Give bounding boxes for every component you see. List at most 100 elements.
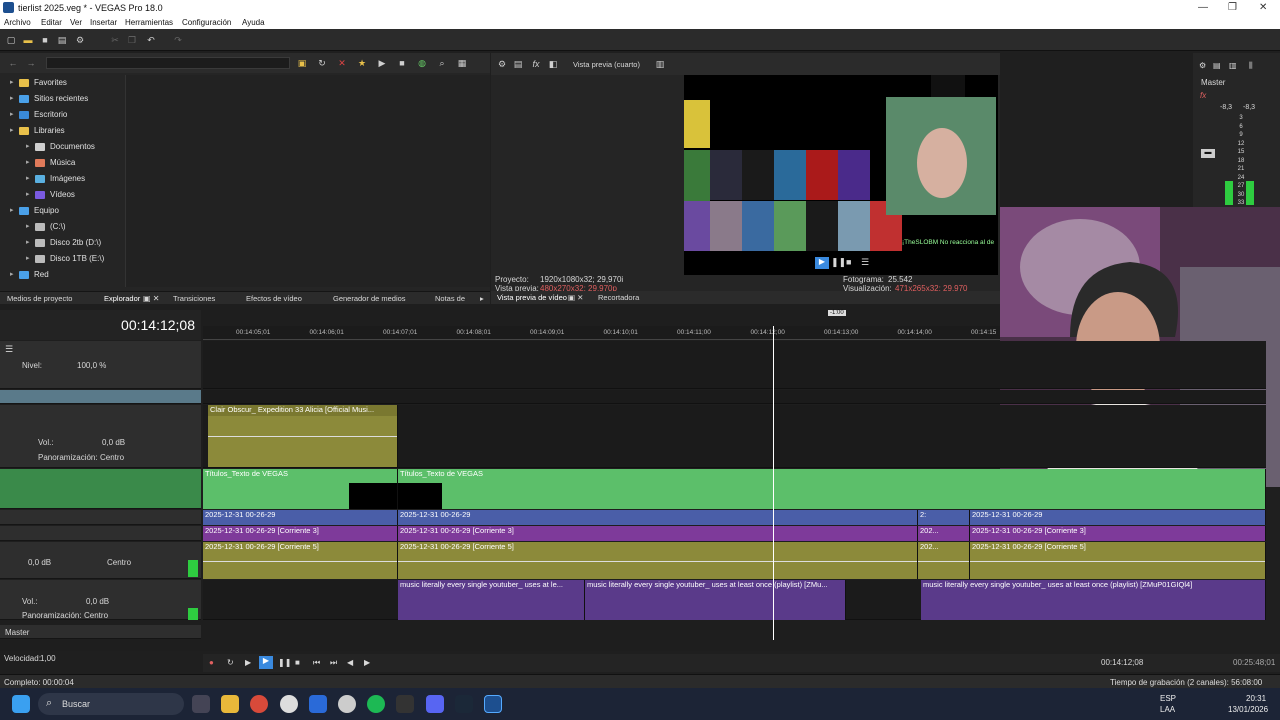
expand-arrow-icon[interactable]: ▸ xyxy=(26,158,30,166)
media-icon[interactable] xyxy=(396,695,414,713)
maximize-button[interactable]: ❐ xyxy=(1228,2,1237,13)
menu-insertar[interactable]: Insertar xyxy=(90,18,117,27)
track-header-video[interactable] xyxy=(0,510,201,525)
expand-arrow-icon[interactable]: ▸ xyxy=(26,190,30,198)
track-lane-level[interactable] xyxy=(203,341,1266,389)
save-as-icon[interactable]: ▤ xyxy=(57,35,67,45)
timeline-ruler[interactable]: 00:14:05;01 00:14:06;01 00:14:07;01 00:14:0… xyxy=(203,326,1000,340)
steam-icon[interactable] xyxy=(455,695,473,713)
play-button[interactable]: ▶ xyxy=(815,257,829,269)
track-lane-music[interactable]: music literally every single youtuber_ u… xyxy=(203,580,1266,620)
expand-arrow-icon[interactable]: ▸ xyxy=(26,142,30,150)
settings-icon[interactable] xyxy=(338,695,356,713)
play-button[interactable]: ▶ xyxy=(259,656,273,669)
menu-editar[interactable]: Editar xyxy=(41,18,62,27)
track-lane-video[interactable]: 2025-12-31 00-26-29 2025-12-31 00-26-29 … xyxy=(203,510,1266,525)
refresh-icon[interactable]: ↻ xyxy=(317,58,327,68)
preview-quality-select[interactable]: Vista previa (cuarto) xyxy=(573,60,640,69)
expand-arrow-icon[interactable]: ▸ xyxy=(10,206,14,214)
tab-medios-proyecto[interactable]: Medios de proyecto xyxy=(7,294,72,303)
audio-clip[interactable]: music literally every single youtuber_ u… xyxy=(585,580,846,620)
overlays-icon[interactable]: ▥ xyxy=(655,59,665,69)
auto-preview-icon[interactable]: ◍ xyxy=(417,58,427,68)
expand-arrow-icon[interactable]: ▸ xyxy=(10,110,14,118)
menu-configuracion[interactable]: Configuración xyxy=(182,18,231,27)
open-icon[interactable]: ▬ xyxy=(23,35,33,45)
menu-ver[interactable]: Ver xyxy=(70,18,82,27)
undo-icon[interactable]: ↶ xyxy=(146,35,156,45)
project-properties-icon[interactable]: ▤ xyxy=(513,59,523,69)
track-lane-bus[interactable] xyxy=(203,390,1266,404)
tab-close-icon[interactable]: ▣ ✕ xyxy=(143,294,159,303)
audio-clip[interactable]: music literally every single youtuber_ u… xyxy=(398,580,585,620)
tab-scroll-icon[interactable]: ▸ xyxy=(480,294,484,303)
loop-button[interactable]: ↻ xyxy=(227,658,234,667)
tab-vista-previa-video[interactable]: Vista previa de vídeo xyxy=(497,293,567,302)
audio-clip[interactable]: 2025-12-31 00-26-29 [Corriente 3] xyxy=(203,526,398,541)
expand-arrow-icon[interactable]: ▸ xyxy=(26,222,30,230)
expand-arrow-icon[interactable]: ▸ xyxy=(10,270,14,278)
cut-icon[interactable]: ✂ xyxy=(110,35,120,45)
play-preview-icon[interactable]: ▶ xyxy=(377,58,387,68)
discord-icon[interactable] xyxy=(426,695,444,713)
start-button[interactable] xyxy=(12,695,30,713)
video-clip[interactable]: 2: xyxy=(918,510,970,525)
close-button[interactable]: ✕ xyxy=(1259,2,1267,13)
track-header-audio-1[interactable]: Vol.: 0,0 dB Panoramización: Centro xyxy=(0,405,201,468)
audio-clip[interactable]: 2025-12-31 00-26-29 [Corriente 3] xyxy=(970,526,1266,541)
forward-icon[interactable]: → xyxy=(26,58,36,68)
playhead[interactable] xyxy=(773,326,774,640)
expand-arrow-icon[interactable]: ▸ xyxy=(26,254,30,262)
delete-icon[interactable]: ✕ xyxy=(337,58,347,68)
pause-button[interactable]: ❚❚ xyxy=(831,257,846,268)
video-clip[interactable]: 2025-12-31 00-26-29 xyxy=(203,510,398,525)
stop-button[interactable]: ■ xyxy=(295,658,300,667)
record-button[interactable]: ● xyxy=(209,658,214,667)
track-lane-stream3[interactable]: 2025-12-31 00-26-29 [Corriente 3] 2025-1… xyxy=(203,526,1266,541)
taskbar-search[interactable]: ⌕ Buscar xyxy=(38,693,184,715)
master-properties-icon[interactable]: ▤ xyxy=(1213,61,1221,70)
master-settings-icon[interactable]: ⚙ xyxy=(1199,61,1206,70)
video-clip[interactable]: 2025-12-31 00-26-29 xyxy=(398,510,918,525)
menu-herramientas[interactable]: Herramientas xyxy=(125,18,173,27)
audio-clip[interactable]: Clair Obscur_ Expedition 33 Alicia [Offi… xyxy=(208,405,398,467)
audio-clip[interactable]: 2025-12-31 00-26-29 [Corriente 5] xyxy=(398,542,918,579)
pause-button[interactable]: ❚❚ xyxy=(278,658,291,667)
track-lane-titles[interactable]: Títulos_Texto de VEGAS Títulos_Texto de … xyxy=(203,469,1266,509)
app-icon[interactable] xyxy=(309,695,327,713)
audio-clip[interactable]: 202... xyxy=(918,542,970,579)
title-clip[interactable]: Títulos_Texto de VEGAS xyxy=(398,469,1266,509)
prev-frame-button[interactable]: ◀ xyxy=(347,658,353,667)
expand-arrow-icon[interactable]: ▸ xyxy=(10,78,14,86)
mixer-icon[interactable]: ⫼ xyxy=(1249,61,1253,71)
back-icon[interactable]: ← xyxy=(8,58,18,68)
language-1[interactable]: ESP xyxy=(1160,694,1176,703)
up-folder-icon[interactable]: ▣ xyxy=(297,58,307,68)
search-icon[interactable]: ⌕ xyxy=(437,58,447,68)
play-from-start-button[interactable]: ▶ xyxy=(245,658,251,667)
menu-icon[interactable]: ☰ xyxy=(861,257,869,268)
split-screen-icon[interactable]: ◧ xyxy=(548,59,558,69)
copy-icon[interactable]: ❐ xyxy=(127,35,137,45)
track-menu-icon[interactable]: ☰ xyxy=(5,344,13,355)
track-header-stream5[interactable]: 0,0 dB Centro xyxy=(0,542,201,579)
save-icon[interactable]: ■ xyxy=(40,35,50,45)
preview-settings-icon[interactable]: ⚙ xyxy=(497,59,507,69)
obs-icon[interactable] xyxy=(280,695,298,713)
views-icon[interactable]: ▦ xyxy=(457,58,467,68)
tab-notas[interactable]: Notas de xyxy=(435,294,465,303)
track-header-music[interactable]: Vol.: 0,0 dB Panoramización: Centro xyxy=(0,580,201,620)
stop-preview-icon[interactable]: ■ xyxy=(397,58,407,68)
audio-clip[interactable]: 2025-12-31 00-26-29 [Corriente 5] xyxy=(970,542,1266,579)
audio-clip[interactable]: 202... xyxy=(918,526,970,541)
go-start-button[interactable]: ⏮ xyxy=(313,658,320,668)
redo-icon[interactable]: ↷ xyxy=(173,35,183,45)
audio-clip[interactable]: 2025-12-31 00-26-29 [Corriente 3] xyxy=(398,526,918,541)
new-icon[interactable]: ▢ xyxy=(6,35,16,45)
favorite-star-icon[interactable]: ★ xyxy=(357,58,367,68)
track-header-level[interactable]: ☰ Nivel: 100,0 % xyxy=(0,341,201,389)
track-header-titles[interactable] xyxy=(0,469,201,509)
master-fader[interactable]: ▬ xyxy=(1201,149,1215,158)
clock-date[interactable]: 13/01/2026 xyxy=(1228,705,1268,714)
file-list[interactable] xyxy=(125,75,490,287)
